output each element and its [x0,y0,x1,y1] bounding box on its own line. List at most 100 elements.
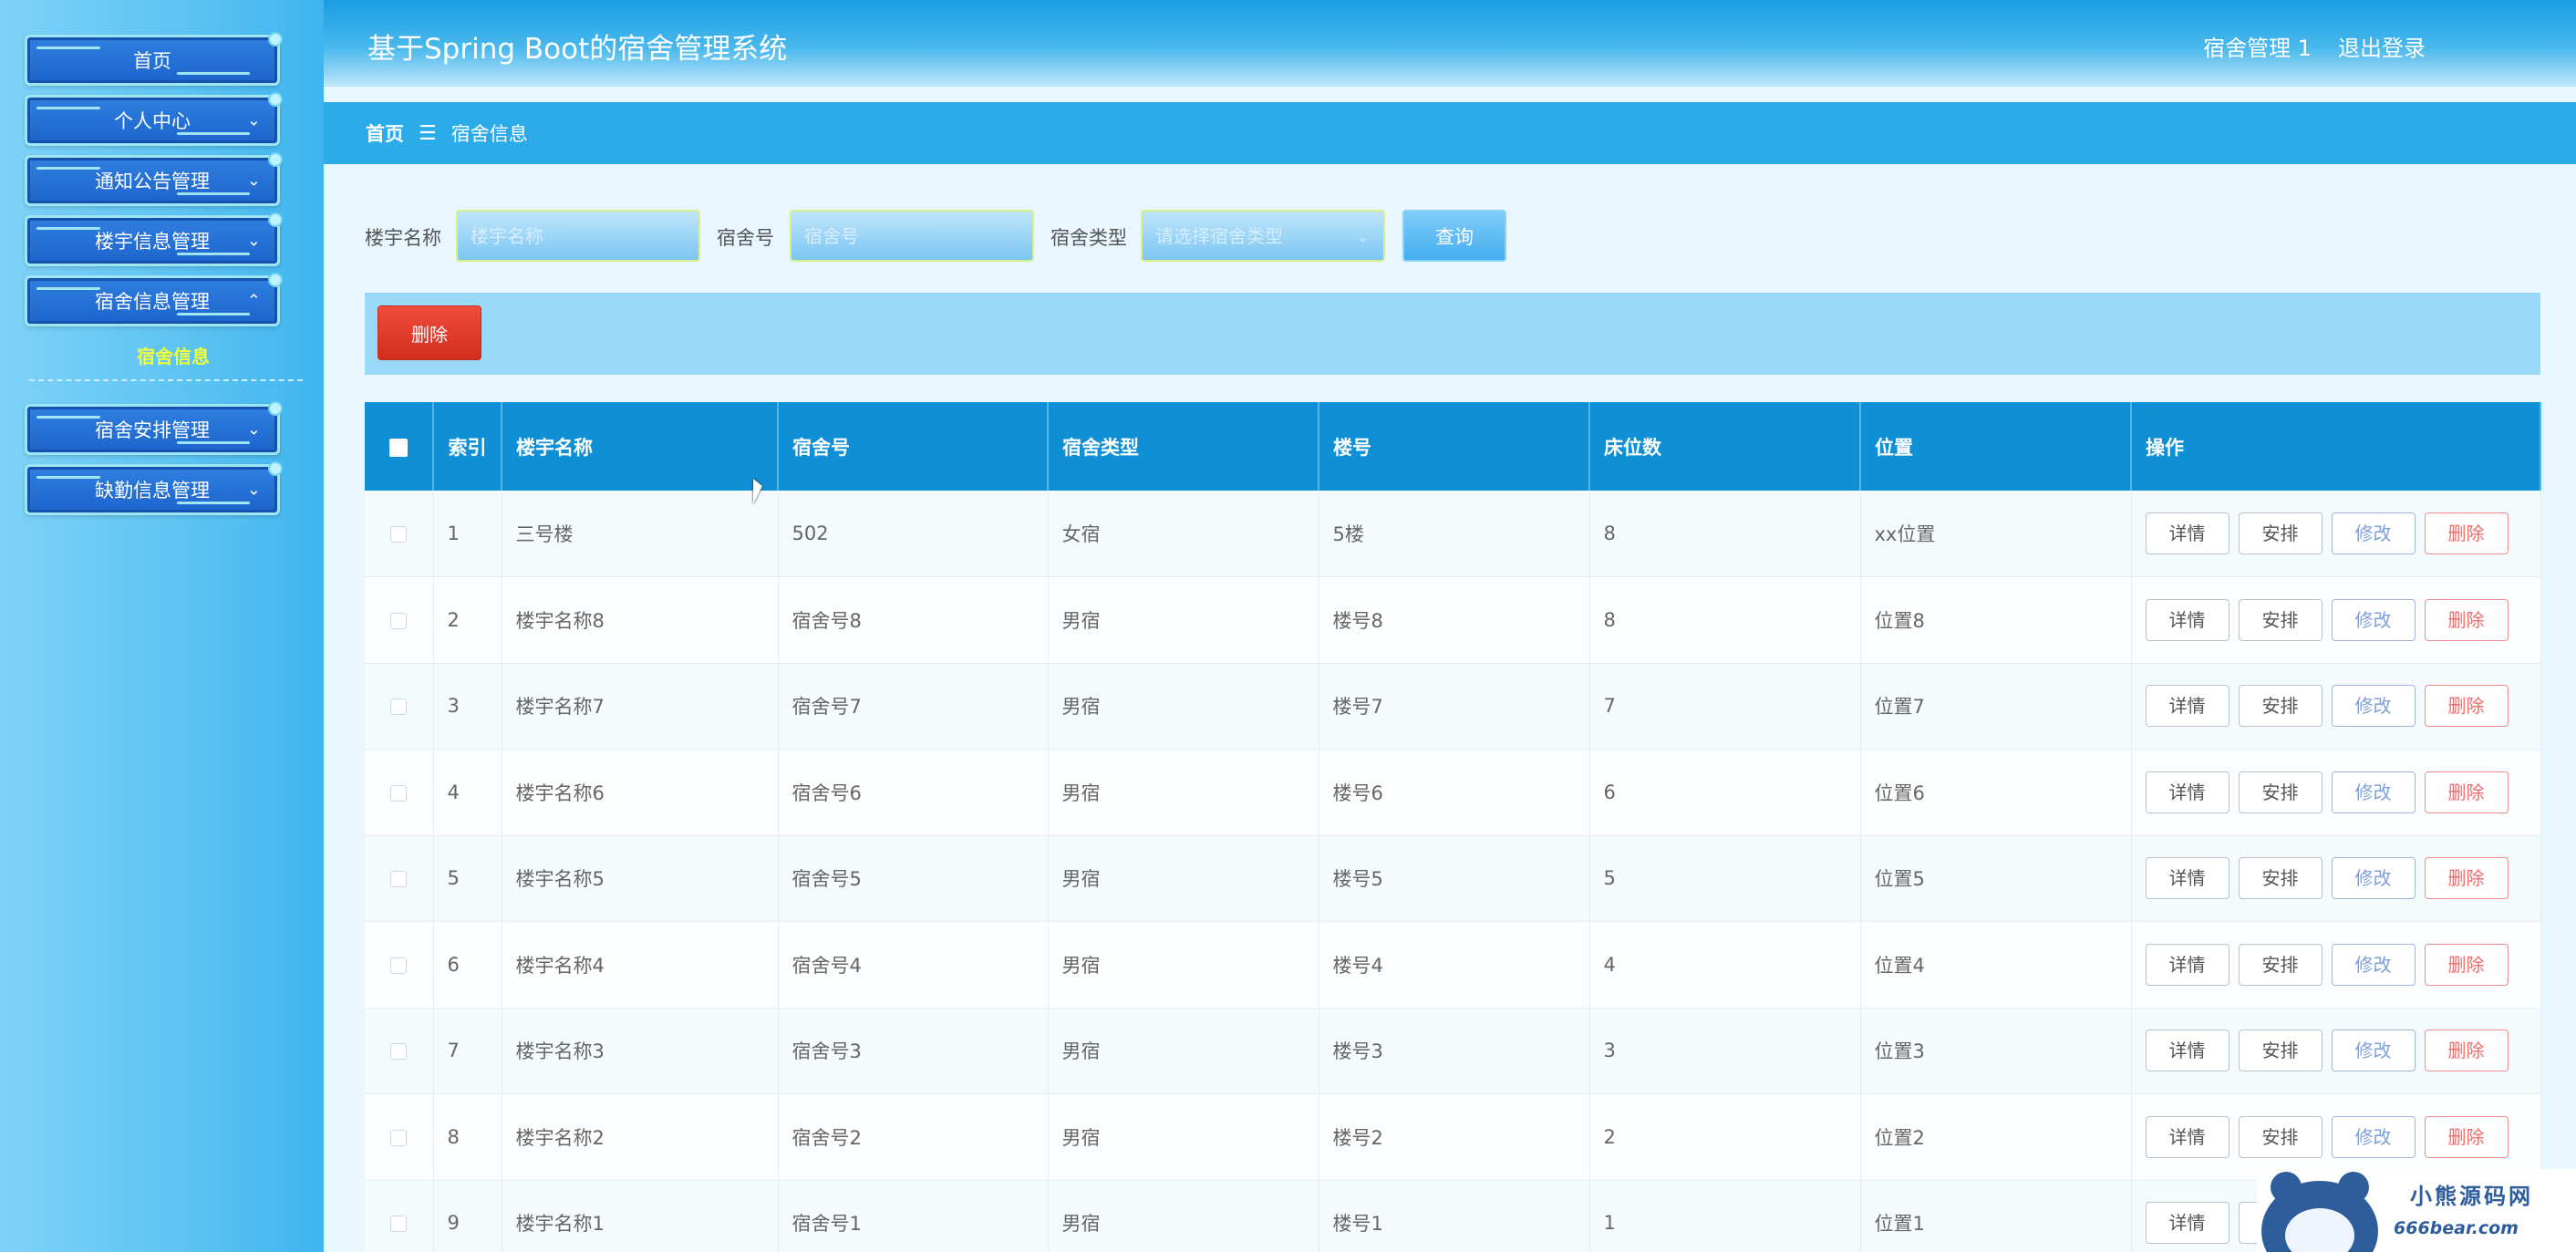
chevron-down-icon: ⌄ [246,231,261,251]
orb-icon [268,461,283,476]
detail-button[interactable]: 详情 [2145,1030,2229,1072]
submenu-dorm-info[interactable]: 宿舍信息 [0,342,347,368]
ornament [177,502,250,504]
cell-floor: 楼号7 [1319,663,1590,750]
ornament [36,476,100,479]
edit-button[interactable]: 修改 [2331,857,2416,900]
arrange-button[interactable]: 安排 [2238,685,2323,728]
select-all-checkbox[interactable] [389,438,408,457]
table-row: 7 楼宇名称3 宿舍号3 男宿 楼号3 3 位置3 详情 安排 修改 删除 [365,1008,2541,1094]
cell-room: 宿舍号6 [778,749,1049,835]
arrange-button[interactable]: 安排 [2238,1115,2323,1158]
menu-notice-management[interactable]: 通知公告管理 ⌄ [25,152,283,206]
menu-absence-management[interactable]: 缺勤信息管理 ⌄ [25,461,283,515]
arrange-button[interactable]: 安排 [2238,512,2323,554]
menu-arrangement-management[interactable]: 宿舍安排管理 ⌄ [25,401,283,455]
delete-button[interactable]: 删除 [2424,1115,2509,1158]
arrange-button[interactable]: 安排 [2238,857,2323,900]
menu-label: 通知公告管理 [95,171,210,192]
detail-button[interactable]: 详情 [2145,771,2229,813]
row-actions: 详情安排修改删除 [2131,491,2541,577]
edit-button[interactable]: 修改 [2331,1115,2416,1158]
cell-floor: 楼号5 [1319,835,1590,922]
chevron-down-icon: ⌄ [246,419,261,440]
divider [29,379,303,381]
detail-button[interactable]: 详情 [2145,685,2229,728]
cell-beds: 7 [1589,663,1861,750]
breadcrumb-current: 宿舍信息 [450,123,528,145]
dorm-type-select[interactable] [1141,210,1385,262]
menu-dorm-management[interactable]: 宿舍信息管理 ⌃ [25,273,283,326]
row-select-cell [365,1093,434,1180]
detail-button[interactable]: 详情 [2145,1202,2229,1245]
row-checkbox[interactable] [390,871,408,888]
edit-button[interactable]: 修改 [2331,771,2416,813]
menu-personal-center[interactable]: 个人中心 ⌄ [25,92,283,146]
delete-button[interactable]: 删除 [2424,857,2509,900]
cell-room: 宿舍号8 [778,576,1049,663]
row-checkbox[interactable] [390,784,408,802]
bear-logo-icon [2261,1172,2378,1252]
detail-button[interactable]: 详情 [2145,857,2229,900]
cell-building: 楼宇名称5 [502,835,779,922]
row-actions: 详情安排修改删除 [2131,1008,2541,1094]
ornament [177,192,250,195]
edit-button[interactable]: 修改 [2331,512,2416,554]
arrange-button[interactable]: 安排 [2238,943,2323,986]
orb-icon [268,212,283,227]
room-number-input[interactable] [790,210,1034,262]
cell-beds: 5 [1589,835,1861,922]
detail-button[interactable]: 详情 [2145,943,2229,986]
row-checkbox[interactable] [390,1129,408,1146]
menu-building-management[interactable]: 楼宇信息管理 ⌄ [25,212,283,266]
edit-button[interactable]: 修改 [2331,943,2416,986]
delete-button[interactable]: 删除 [2424,1030,2509,1072]
edit-button[interactable]: 修改 [2331,598,2416,641]
query-button[interactable]: 查询 [1402,210,1506,262]
building-name-input[interactable] [456,210,700,262]
detail-button[interactable]: 详情 [2145,598,2229,641]
row-select-cell [365,1008,434,1094]
delete-button[interactable]: 删除 [2424,512,2509,554]
row-actions: 详情安排修改删除 [2131,1093,2541,1180]
row-checkbox[interactable] [390,698,408,716]
cell-beds: 2 [1589,1093,1861,1180]
row-checkbox[interactable] [390,957,408,974]
orb-icon [268,273,283,287]
cell-floor: 楼号8 [1319,576,1590,663]
cell-index: 1 [433,491,502,577]
cell-building: 楼宇名称1 [502,1180,779,1252]
sidebar: 首页 个人中心 ⌄ 通知公告管理 ⌄ 楼宇信息管理 ⌄ 宿舍信息管理 ⌃ 宿舍信… [0,0,324,1252]
logout-link[interactable]: 退出登录 [2338,30,2426,62]
batch-delete-button[interactable]: 删除 [378,305,481,360]
row-checkbox[interactable] [390,612,408,629]
row-select-cell [365,921,434,1008]
delete-button[interactable]: 删除 [2424,685,2509,728]
edit-button[interactable]: 修改 [2331,1030,2416,1072]
top-header: 基于Spring Boot的宿舍管理系统 宿舍管理 1 退出登录 [324,0,2576,87]
chevron-up-icon: ⌃ [246,291,261,311]
delete-button[interactable]: 删除 [2424,943,2509,986]
cell-beds: 8 [1589,576,1861,663]
detail-button[interactable]: 详情 [2145,512,2229,554]
delete-button[interactable]: 删除 [2424,598,2509,641]
table-row: 3 楼宇名称7 宿舍号7 男宿 楼号7 7 位置7 详情 安排 修改 删除 [365,663,2541,750]
arrange-button[interactable]: 安排 [2238,1030,2323,1072]
breadcrumb-home[interactable]: 首页 [366,119,404,147]
row-checkbox[interactable] [390,1043,408,1061]
building-name-label: 楼宇名称 [365,227,441,249]
bear-ear [2338,1172,2369,1203]
row-checkbox[interactable] [390,526,408,543]
arrange-button[interactable]: 安排 [2238,598,2323,641]
row-checkbox[interactable] [390,1216,408,1233]
cell-room: 宿舍号3 [778,1008,1049,1094]
ornament [177,313,250,316]
detail-button[interactable]: 详情 [2145,1115,2229,1158]
menu-home[interactable]: 首页 [25,32,283,86]
table-row: 4 楼宇名称6 宿舍号6 男宿 楼号6 6 位置6 详情 安排 修改 删除 [365,749,2541,835]
arrange-button[interactable]: 安排 [2238,771,2323,813]
delete-button[interactable]: 删除 [2424,771,2509,813]
edit-button[interactable]: 修改 [2331,685,2416,728]
cell-location: 位置3 [1860,1008,2132,1094]
menu-label: 个人中心 [114,110,191,132]
